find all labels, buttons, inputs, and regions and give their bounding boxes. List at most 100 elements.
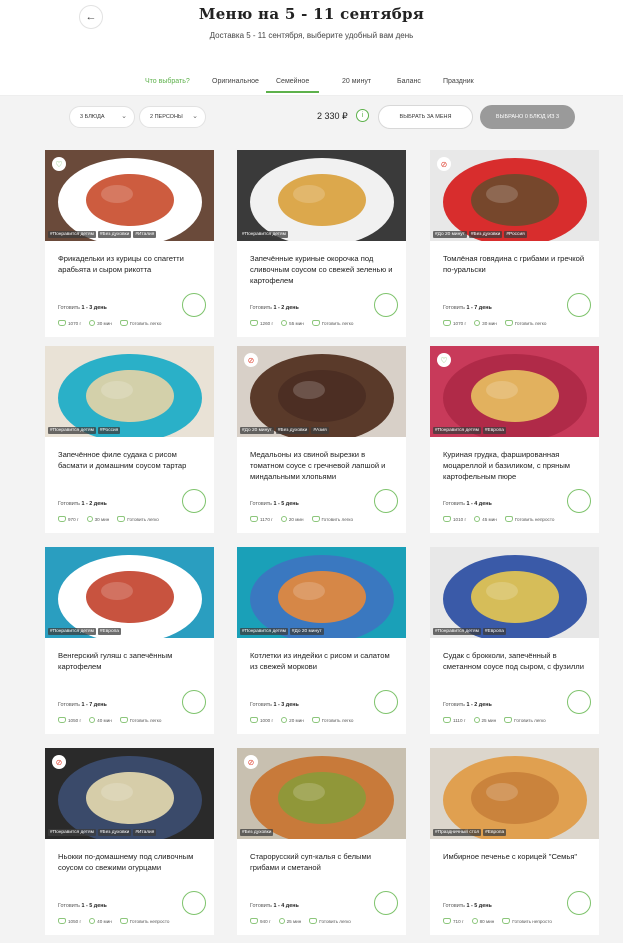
add-recipe-button[interactable]	[567, 293, 591, 317]
recipe-card[interactable]: ♡ #Понравится детям #Европа Куриная грудка,…	[430, 346, 599, 533]
time-value: 30 мин	[94, 516, 110, 522]
add-recipe-button[interactable]	[567, 891, 591, 915]
heart-icon[interactable]: ♡	[52, 157, 66, 171]
recipe-card[interactable]: ⊘ #До 20 минут #Без духовки #Азия Медальоны …	[237, 346, 406, 533]
recipe-photo: ⊘ #Понравится детям #Без духовки #Италия	[45, 748, 214, 839]
info-icon[interactable]: i	[356, 109, 369, 122]
recipe-name[interactable]: Старорусский суп-калья с белыми грибами …	[250, 851, 395, 873]
add-recipe-button[interactable]	[567, 690, 591, 714]
header: ← Меню на 5 - 11 сентября Доставка 5 - 1…	[0, 0, 623, 96]
recipe-card[interactable]: #Понравится детям #Европа Венгерский гуляш…	[45, 547, 214, 734]
add-recipe-button[interactable]	[182, 293, 206, 317]
cook-days: Готовить 1 - 3 день	[58, 305, 107, 311]
add-recipe-button[interactable]	[374, 891, 398, 915]
recipe-name[interactable]: Запечённые куриные окорочка под сливочны…	[250, 253, 395, 286]
time-value: 20 мин	[289, 717, 304, 723]
add-recipe-button[interactable]	[567, 489, 591, 513]
recipe-meta: 1000 г 20 мин Готовить легко	[250, 717, 361, 723]
tab-original[interactable]: Оригинальное	[212, 78, 259, 85]
recipe-card[interactable]: ⊘ #До 20 минут #Без духовки #Россия Томлёная…	[430, 150, 599, 337]
recipe-card[interactable]: ♡ #Понравится детям #Без духовки #Италия Фри…	[45, 150, 214, 337]
recipe-tags: #Понравится детям #Европа	[433, 427, 506, 434]
recipe-tag: #Без духовки	[468, 231, 503, 238]
weight-value: 710 г	[453, 918, 464, 924]
recipe-tag: #Понравится детям	[48, 427, 96, 434]
time-value: 55 мин	[289, 320, 304, 326]
recipe-tag: #Без духовки	[97, 829, 132, 836]
clock-icon	[278, 918, 285, 924]
tab-holiday[interactable]: Праздник	[443, 78, 474, 85]
recipe-name[interactable]: Медальоны из свиной вырезки в томатном с…	[250, 449, 395, 482]
add-recipe-button[interactable]	[374, 293, 398, 317]
recipe-meta: 1010 г 45 мин Готовить непросто	[443, 516, 562, 522]
recipe-card[interactable]: #Понравится детям Запечённые куриные окор…	[237, 150, 406, 337]
recipe-photo: #Понравится детям #Россия	[45, 346, 214, 437]
recipe-name[interactable]: Имбирное печенье с корицей "Семья"	[443, 851, 588, 862]
persons-select[interactable]: 2 ПЕРСОНЫ ⌄	[139, 106, 206, 128]
add-recipe-button[interactable]	[182, 690, 206, 714]
cook-days: Готовить 1 - 3 день	[250, 702, 299, 708]
cook-days-value: 1 - 7 день	[81, 702, 107, 708]
add-recipe-button[interactable]	[374, 690, 398, 714]
not-allowed-icon: ⊘	[244, 755, 258, 769]
recipe-name[interactable]: Венгерский гуляш с запечённым картофелем	[58, 650, 203, 672]
recipe-name[interactable]: Котлетки из индейки с рисом и салатом из…	[250, 650, 395, 672]
recipe-name[interactable]: Запечённое филе судака с рисом басмати и…	[58, 449, 203, 471]
recipe-photo: #Понравится детям #Европа	[430, 547, 599, 638]
cook-days-value: 1 - 2 день	[81, 501, 107, 507]
add-recipe-button[interactable]	[182, 489, 206, 513]
clock-icon	[281, 320, 288, 326]
menu-tabs: Что выбрать? Оригинальное Семейное 20 ми…	[0, 74, 623, 96]
add-recipe-button[interactable]	[182, 891, 206, 915]
selected-count-button[interactable]: ВЫБРАНО 0 БЛЮД ИЗ 3	[480, 105, 575, 129]
recipe-card[interactable]: ⊘ #Без духовки Старорусский суп-калья с бе…	[237, 748, 406, 935]
difficulty-value: Готовить непросто	[129, 918, 170, 924]
recipe-name[interactable]: Томлёная говядина с грибами и гречкой по…	[443, 253, 588, 275]
chef-hat-icon	[311, 516, 320, 522]
time-value: 30 мин	[97, 320, 112, 326]
weight-icon	[443, 320, 451, 326]
tab-20-minutes[interactable]: 20 минут	[342, 78, 371, 85]
difficulty-value: Готовить легко	[321, 717, 354, 723]
weight-value: 1050 г	[68, 717, 82, 723]
cook-label: Готовить	[250, 501, 272, 507]
recipe-name[interactable]: Фрикадельки из курицы со спагетти арабья…	[58, 253, 203, 275]
tab-family[interactable]: Семейное	[266, 78, 320, 93]
recipe-card[interactable]: #Понравится детям #Россия Запечённое филе …	[45, 346, 214, 533]
dishes-select[interactable]: 3 БЛЮДА ⌄	[69, 106, 135, 128]
recipe-name[interactable]: Куриная грудка, фаршированная моцареллой…	[443, 449, 588, 482]
recipe-photo: ⊘ #До 20 минут #Без духовки #Россия	[430, 150, 599, 241]
weight-value: 970 г	[68, 516, 79, 522]
recipe-card[interactable]: #Понравится детям #Европа Судак с брокколи…	[430, 547, 599, 734]
cook-label: Готовить	[443, 903, 465, 909]
tab-balance[interactable]: Баланс	[397, 78, 421, 85]
recipe-name[interactable]: Судак с брокколи, запечённый в сметанном…	[443, 650, 588, 672]
recipe-tags: #Понравится детям #Без духовки #Италия	[48, 829, 157, 836]
weight-icon	[58, 320, 66, 326]
chevron-down-icon: ⌄	[121, 113, 127, 120]
tab-what-to-choose[interactable]: Что выбрать?	[145, 78, 190, 85]
cook-days: Готовить 1 - 2 день	[250, 305, 299, 311]
recipe-photo: #Праздничный стол #Европа	[430, 748, 599, 839]
choose-for-me-button[interactable]: ВЫБРАТЬ ЗА МЕНЯ	[378, 105, 473, 129]
weight-value: 1170 г	[260, 516, 273, 522]
recipe-meta: 1050 г 40 мин Готовить непросто	[58, 918, 177, 924]
time-value: 25 мин	[481, 717, 497, 723]
recipe-tags: #До 20 минут #Без духовки #Азия	[240, 427, 329, 434]
delivery-subtitle: Доставка 5 - 11 сентября, выберите удобн…	[209, 31, 414, 40]
recipe-tag: #Россия	[504, 231, 527, 238]
cook-days: Готовить 1 - 5 день	[250, 501, 299, 507]
cook-label: Готовить	[443, 501, 465, 507]
cook-label: Готовить	[58, 501, 80, 507]
recipe-tag: #Понравится детям	[240, 628, 288, 635]
weight-value: 1110 г	[453, 717, 466, 723]
add-recipe-button[interactable]	[374, 489, 398, 513]
weight-value: 1070 г	[68, 320, 82, 326]
recipe-card[interactable]: #Понравится детям #До 20 минут Котлетки из…	[237, 547, 406, 734]
recipe-name[interactable]: Ньокки по-домашнему под сливочным соусом…	[58, 851, 203, 873]
recipe-card[interactable]: #Праздничный стол #Европа Имбирное печенье…	[430, 748, 599, 935]
recipe-photo: ⊘ #Без духовки	[237, 748, 406, 839]
recipe-card[interactable]: ⊘ #Понравится детям #Без духовки #Италия Ньо…	[45, 748, 214, 935]
recipe-photo: ⊘ #До 20 минут #Без духовки #Азия	[237, 346, 406, 437]
heart-icon[interactable]: ♡	[437, 353, 451, 367]
